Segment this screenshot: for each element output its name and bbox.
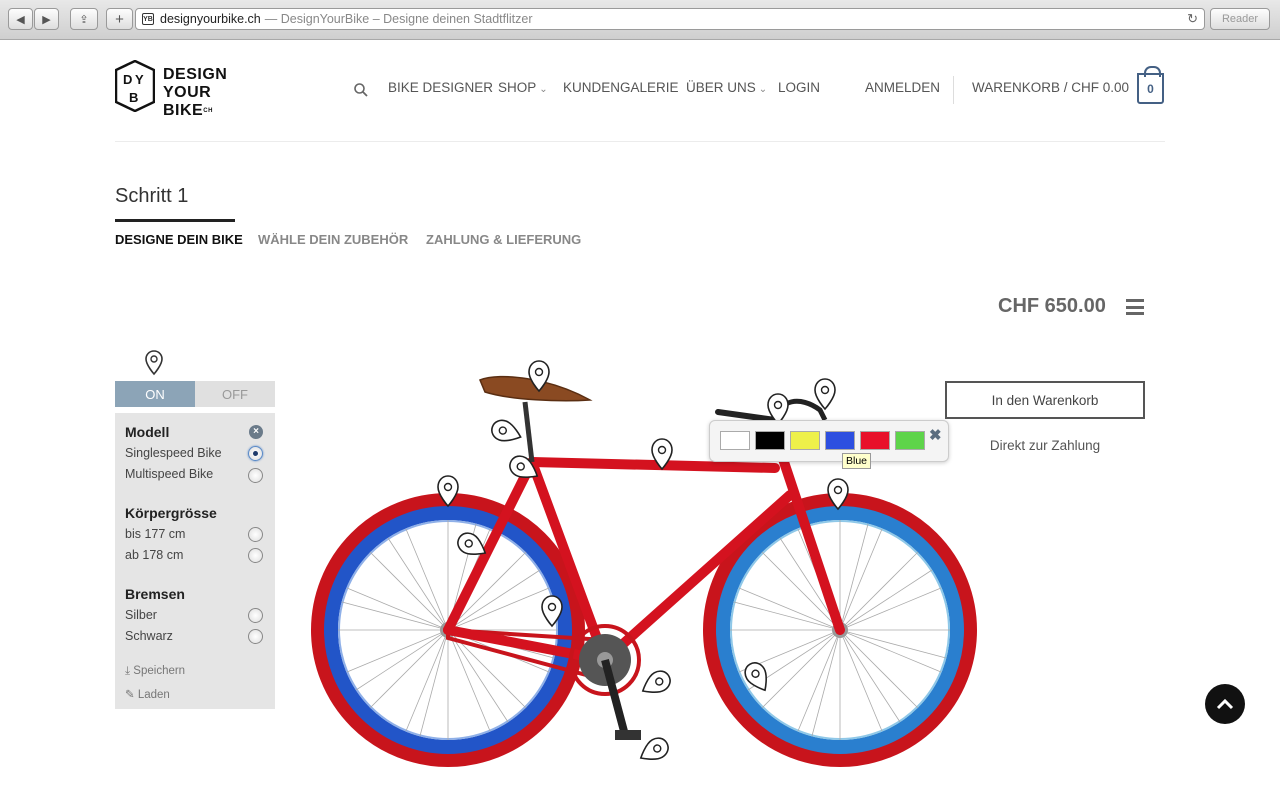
scroll-to-top-button[interactable] <box>1205 684 1245 724</box>
radio-size-small[interactable] <box>248 527 263 542</box>
nav-login[interactable]: LOGIN <box>778 80 820 100</box>
option-size-small[interactable]: bis 177 cm <box>125 527 185 541</box>
group-title-brakes: Bremsen <box>125 586 185 602</box>
nav-gallery[interactable]: KUNDENGALERIE <box>563 80 679 100</box>
group-title-size: Körpergrösse <box>125 505 217 521</box>
step-underline <box>115 219 235 222</box>
tab-accessories[interactable]: WÄHLE DEIN ZUBEHÖR <box>258 232 408 247</box>
nav-about-label: ÜBER UNS <box>686 80 756 95</box>
swatch-yellow[interactable] <box>790 431 820 450</box>
swatch-red[interactable] <box>860 431 890 450</box>
logo-wordmark: DESIGN YOUR BIKECH <box>163 66 265 120</box>
nav-cart[interactable]: WARENKORB / CHF 0.00 <box>972 80 1129 100</box>
cart-bag-icon[interactable]: 0 <box>1137 66 1164 104</box>
search-icon[interactable] <box>354 83 368 97</box>
radio-brakes-black[interactable] <box>248 629 263 644</box>
radio-size-large[interactable] <box>248 548 263 563</box>
handlebar-grip <box>715 409 778 423</box>
address-bar[interactable]: YB designyourbike.ch — DesignYourBike – … <box>135 8 1205 30</box>
map-pin-icon <box>145 350 163 376</box>
radio-singlespeed[interactable] <box>248 446 263 461</box>
menu-icon[interactable] <box>1126 299 1144 315</box>
load-link[interactable]: ✎ Laden <box>125 687 170 701</box>
site-logo[interactable]: D Y B DESIGN YOUR BIKECH <box>115 60 265 119</box>
clear-selection-icon[interactable]: × <box>249 425 263 439</box>
tab-design-bike[interactable]: DESIGNE DEIN BIKE <box>115 232 243 247</box>
logo-suffix: CH <box>203 108 213 114</box>
chevron-up-icon <box>1216 698 1234 710</box>
price-total: CHF 650.00 <box>998 295 1106 317</box>
swatch-green[interactable] <box>895 431 925 450</box>
hotspot-toggle[interactable]: ON OFF <box>115 381 275 407</box>
nav-shop[interactable]: SHOP ⌄ <box>498 80 548 100</box>
svg-text:Y: Y <box>135 72 144 87</box>
browser-toolbar: ◀ ▶ ⇪ + YB designyourbike.ch — DesignYou… <box>0 0 1280 40</box>
download-icon: ⤓ <box>125 665 131 677</box>
seatpost <box>522 401 535 463</box>
swatch-black[interactable] <box>755 431 785 450</box>
reader-button[interactable]: Reader <box>1210 8 1270 30</box>
bike-preview[interactable] <box>300 340 980 780</box>
load-label: Laden <box>137 689 170 701</box>
chevron-down-icon: ⌄ <box>539 84 548 95</box>
swatch-white[interactable] <box>720 431 750 450</box>
nav-divider <box>953 76 954 104</box>
bike-frame <box>443 445 845 665</box>
wrench-icon: ✎ <box>125 689 135 701</box>
direct-payment-link[interactable]: Direkt zur Zahlung <box>945 438 1145 453</box>
nav-register[interactable]: ANMELDEN <box>865 80 940 100</box>
option-brakes-silver[interactable]: Silber <box>125 608 157 622</box>
chevron-down-icon: ⌄ <box>758 84 768 95</box>
nav-bike-designer[interactable]: BIKE DESIGNER <box>388 80 493 100</box>
nav-shop-label: SHOP <box>498 80 537 95</box>
swatch-blue[interactable] <box>825 431 855 450</box>
save-label: Speichern <box>133 665 186 677</box>
option-multispeed[interactable]: Multispeed Bike <box>125 467 213 481</box>
favicon-icon: YB <box>142 13 154 25</box>
toggle-on[interactable]: ON <box>115 381 195 407</box>
logo-line1: DESIGN <box>163 66 228 83</box>
svg-text:D: D <box>123 72 132 87</box>
color-tooltip: Blue <box>842 453 872 469</box>
nav-about[interactable]: ÜBER UNS ⌄ <box>686 80 767 100</box>
close-icon[interactable]: ✖ <box>929 426 942 444</box>
option-singlespeed[interactable]: Singlespeed Bike <box>125 446 222 460</box>
share-button[interactable]: ⇪ <box>70 8 98 30</box>
back-button[interactable]: ◀ <box>8 8 33 30</box>
logo-mark-icon: D Y B <box>115 60 155 112</box>
save-link[interactable]: ⤓ Speichern <box>125 665 185 678</box>
reload-icon[interactable]: ↻ <box>1187 11 1198 27</box>
address-page-title: — DesignYourBike – Designe deinen Stadtf… <box>264 12 533 26</box>
forward-button[interactable]: ▶ <box>34 8 59 30</box>
option-size-large[interactable]: ab 178 cm <box>125 548 183 562</box>
group-title-model: Modell <box>125 424 170 440</box>
step-title: Schritt 1 <box>115 185 189 207</box>
tab-payment-delivery[interactable]: ZAHLUNG & LIEFERUNG <box>426 232 581 247</box>
radio-multispeed[interactable] <box>248 468 263 483</box>
radio-brakes-silver[interactable] <box>248 608 263 623</box>
option-brakes-black[interactable]: Schwarz <box>125 629 173 643</box>
color-picker-popup: ✖ <box>709 420 949 462</box>
toggle-off[interactable]: OFF <box>195 381 275 407</box>
new-tab-button[interactable]: + <box>106 8 133 30</box>
config-panel: Modell × Singlespeed Bike Multispeed Bik… <box>115 413 275 709</box>
address-domain: designyourbike.ch <box>160 12 261 26</box>
add-to-cart-button[interactable]: In den Warenkorb <box>945 381 1145 419</box>
header-divider <box>115 141 1165 142</box>
svg-text:B: B <box>129 90 138 105</box>
